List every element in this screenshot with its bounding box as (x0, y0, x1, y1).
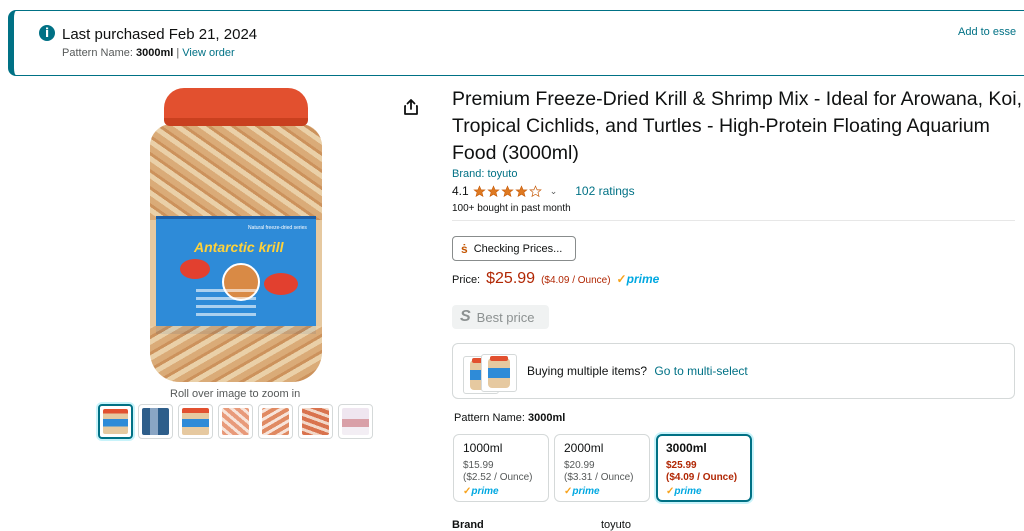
variant-unit-price: ($2.52 / Ounce) (463, 472, 533, 483)
mini-product-image (481, 354, 517, 392)
jar-label-title: Antarctic krill (194, 239, 284, 255)
pattern-selected-value: 3000ml (527, 412, 566, 424)
pattern-value: 3000ml (135, 47, 174, 59)
detail-brand-label: Brand (452, 519, 484, 531)
prime-badge: ✓prime (617, 272, 660, 286)
best-price-badge[interactable]: S Best price (452, 305, 549, 329)
prime-check-icon: ✓ (616, 272, 627, 286)
info-icon: i (39, 25, 55, 41)
multi-select-box: Buying multiple items? Go to multi-selec… (452, 343, 1015, 399)
thumbnail-image (222, 408, 249, 435)
best-price-icon: S (460, 308, 471, 325)
jar-label-subtitle: Natural freeze-dried series (248, 225, 307, 231)
multi-select-question: Buying multiple items? (527, 364, 648, 378)
view-order-link[interactable]: View order (182, 47, 234, 59)
star-icon (473, 184, 486, 197)
detail-brand-value: toyuto (601, 519, 631, 531)
variant-option-2000ml[interactable]: 2000ml $20.99 ($3.31 / Ounce) ✓prime (554, 434, 650, 502)
variant-price: $15.99 (463, 460, 494, 471)
variant-price: $25.99 (666, 460, 697, 471)
thumbnail-image (103, 409, 128, 434)
variant-name: 2000ml (564, 441, 604, 455)
star-icon (515, 184, 528, 197)
jar-body: Natural freeze-dried series Antarctic kr… (150, 124, 322, 382)
fish-graphic (180, 259, 210, 279)
thumbnail-strip (98, 404, 373, 439)
variant-prime-badge: ✓prime (463, 486, 499, 497)
thumbnail-6[interactable] (298, 404, 333, 439)
variant-name: 1000ml (463, 441, 503, 455)
price-row: Price: $25.99 ($4.09 / Ounce) ✓prime (452, 270, 659, 288)
thumbnail-image (182, 408, 209, 435)
thumbnail-3[interactable] (178, 404, 213, 439)
price-tag-icon: ṡ (461, 241, 468, 256)
prime-label: prime (626, 272, 660, 286)
bought-past-month: 100+ bought in past month (452, 203, 571, 214)
last-purchased-pattern: Pattern Name: 3000ml | View order (62, 47, 235, 59)
add-to-essentials-link[interactable]: Add to esse (958, 26, 1016, 38)
thumbnail-image (302, 408, 329, 435)
pattern-prefix: Pattern Name: (62, 47, 133, 59)
variant-unit-price: ($3.31 / Ounce) (564, 472, 634, 483)
thumbnail-image (342, 408, 369, 435)
product-main-image[interactable]: Natural freeze-dried series Antarctic kr… (150, 88, 322, 384)
star-empty-icon (528, 184, 542, 197)
price-value: $25.99 (486, 270, 536, 287)
fish-graphic (264, 273, 298, 295)
separator: | (176, 47, 180, 59)
price-label: Price: (452, 274, 481, 286)
unit-price: ($4.09 / Ounce) (541, 275, 611, 286)
variant-unit-price: ($4.09 / Ounce) (666, 472, 738, 483)
variant-option-1000ml[interactable]: 1000ml $15.99 ($2.52 / Ounce) ✓prime (453, 434, 549, 502)
label-text-lines (196, 289, 256, 319)
jar-lid-ridge (164, 118, 308, 126)
thumbnail-image (262, 408, 289, 435)
variant-prime-badge: ✓prime (564, 486, 600, 497)
divider (452, 220, 1015, 221)
thumbnail-2[interactable] (138, 404, 173, 439)
thumbnail-7[interactable] (338, 404, 373, 439)
star-rating[interactable] (473, 184, 542, 198)
jar-label: Natural freeze-dried series Antarctic kr… (156, 216, 316, 334)
star-icon (487, 184, 500, 197)
thumbnail-1[interactable] (98, 404, 133, 439)
krill-fill-top (150, 124, 322, 220)
variant-prime-badge: ✓prime (666, 486, 702, 497)
variant-option-3000ml[interactable]: 3000ml $25.99 ($4.09 / Ounce) ✓prime (656, 434, 752, 502)
thumbnail-4[interactable] (218, 404, 253, 439)
variant-price: $20.99 (564, 460, 595, 471)
best-price-label: Best price (476, 309, 535, 325)
thumbnail-image (142, 408, 169, 435)
multi-select-text: Buying multiple items? Go to multi-selec… (527, 364, 748, 378)
checking-prices-label: Checking Prices... (473, 242, 563, 255)
pattern-name-label: Pattern Name: 3000ml (454, 412, 565, 424)
last-purchased-title: Last purchased Feb 21, 2024 (62, 26, 258, 43)
multi-select-link[interactable]: Go to multi-select (654, 364, 747, 378)
ratings-count-link[interactable]: 102 ratings (575, 184, 634, 198)
product-title: Premium Freeze-Dried Krill & Shrimp Mix … (452, 88, 1023, 164)
krill-fill-bottom (150, 326, 322, 382)
thumbnail-5[interactable] (258, 404, 293, 439)
share-icon[interactable] (402, 98, 420, 116)
chevron-down-icon[interactable]: ⌄ (550, 186, 558, 197)
variant-name: 3000ml (666, 441, 707, 455)
rating-value: 4.1 (452, 184, 469, 198)
brand-link[interactable]: Brand: toyuto (452, 168, 517, 180)
star-icon (501, 184, 514, 197)
rating-row: 4.1 ⌄ 102 ratings (452, 184, 635, 198)
pattern-label-prefix: Pattern Name: (454, 412, 525, 424)
checking-prices-button[interactable]: ṡ Checking Prices... (452, 236, 576, 261)
zoom-hint: Roll over image to zoom in (170, 388, 301, 400)
last-purchased-banner: i Last purchased Feb 21, 2024 Pattern Na… (8, 10, 1024, 76)
